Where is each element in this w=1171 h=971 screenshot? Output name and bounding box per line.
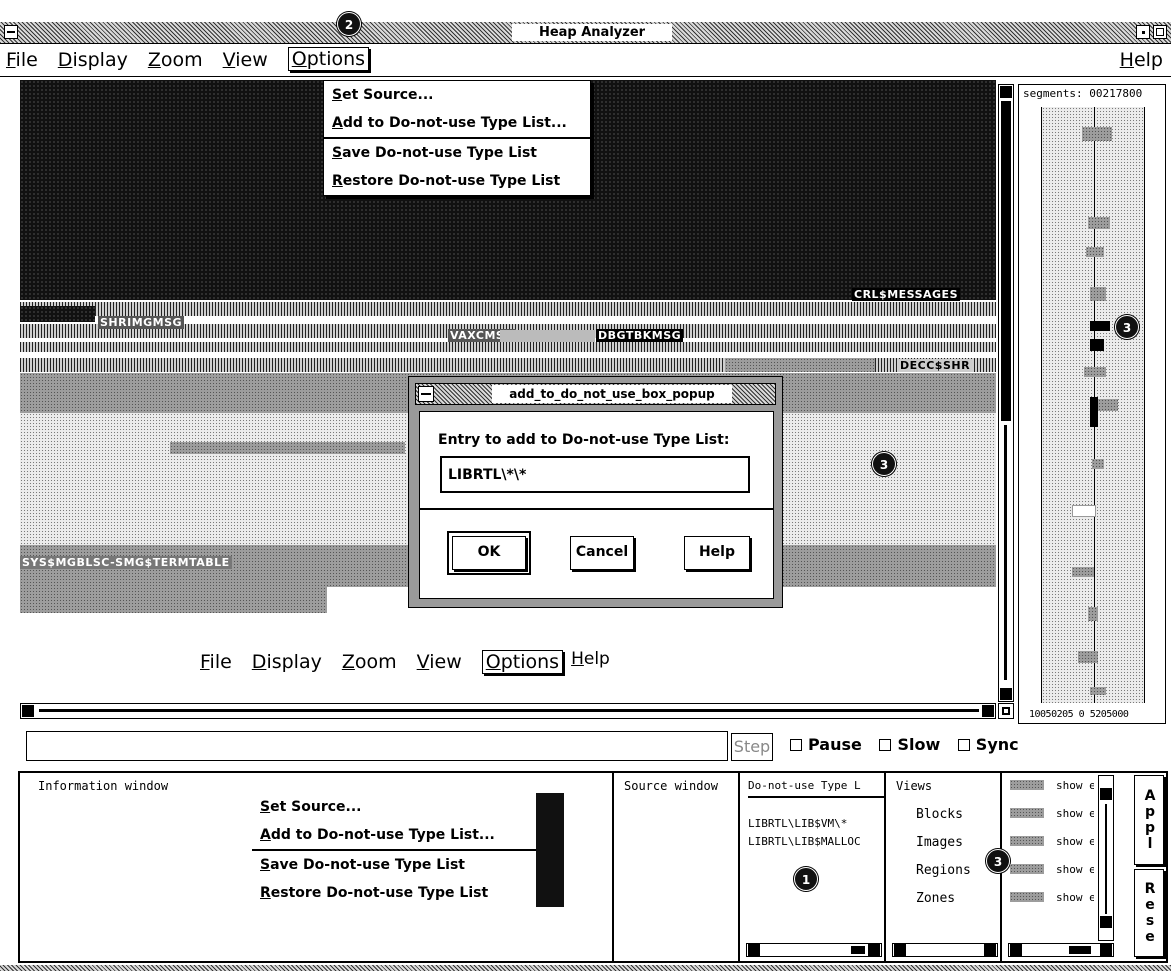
label-decc-shr: DECC$SHR [898, 359, 973, 372]
corner-button[interactable] [998, 703, 1014, 719]
views-title: Views [896, 779, 933, 793]
show-item[interactable]: show ex [1056, 891, 1094, 904]
command-input[interactable] [26, 731, 728, 761]
information-window-title: Information window [38, 779, 169, 793]
label-sys-termtable: SYS$MGBLSC-SMG$TERMTABLE [20, 556, 232, 569]
menu-view[interactable]: View [223, 49, 268, 71]
slow-checkbox[interactable] [879, 739, 892, 751]
menu-set-source[interactable]: Set Source... [324, 81, 590, 109]
views-hscrollbar[interactable] [892, 943, 998, 957]
options-dropdown: Set Source... Add to Do-not-use Type Lis… [323, 80, 591, 196]
info-menu-add-dnu[interactable]: Add to Do-not-use Type List... [252, 821, 536, 849]
source-window[interactable]: Source window [618, 773, 740, 961]
map-vscroll-thumb[interactable] [1001, 101, 1011, 421]
source-window-title: Source window [624, 779, 718, 793]
dialog-title-bar: add_to_do_not_use_box_popup [415, 383, 776, 405]
map-vscrollbar[interactable] [998, 84, 1014, 702]
run-options: Pause Slow Sync [778, 735, 1019, 754]
dialog-prompt: Entry to add to Do-not-use Type List: [438, 432, 730, 448]
callout-menu-file: File [200, 651, 232, 673]
menu-help[interactable]: Help [1120, 49, 1163, 71]
dialog-ok-button[interactable]: OK [447, 531, 531, 575]
window-title: Heap Analyzer [512, 24, 672, 41]
callout-menu-help: Help [571, 649, 610, 669]
segments-graph[interactable] [1041, 107, 1145, 703]
sync-label: Sync [975, 735, 1019, 754]
segments-panel: segments: 00217800 3 10050205 0 5205000 [1018, 84, 1166, 724]
dialog-input[interactable]: LIBRTL\*\* [440, 456, 750, 493]
menu-save-dnu[interactable]: Save Do-not-use Type List [324, 139, 590, 167]
add-dnu-dialog: add_to_do_not_use_box_popup Entry to add… [408, 376, 783, 608]
reset-button[interactable]: Rese [1134, 869, 1164, 957]
dnu-hscrollbar[interactable] [746, 943, 882, 957]
menu-restore-dnu[interactable]: Restore Do-not-use Type List [324, 167, 590, 195]
menu-zoom[interactable]: Zoom [148, 49, 203, 71]
dialog-help-button[interactable]: Help [684, 536, 750, 570]
callout-3-segments-badge: 3 [1115, 315, 1139, 339]
show-pane: show ex show ex show ex show ex show ex [1006, 773, 1120, 961]
label-crl-messages: CRL$MESSAGES [852, 288, 960, 301]
info-menu-set-source[interactable]: Set Source... [252, 793, 536, 821]
map-hscrollbar[interactable] [20, 703, 996, 719]
dialog-cancel-button[interactable]: Cancel [570, 536, 634, 570]
segments-header: segments: 00217800 [1023, 87, 1143, 100]
dnu-list-title: Do-not-use Type L [748, 779, 884, 798]
view-blocks[interactable]: Blocks [916, 807, 963, 822]
map-band-3 [20, 342, 996, 352]
callout-menu-display: Display [251, 651, 322, 673]
step-button[interactable]: Step [731, 733, 773, 761]
dialog-title: add_to_do_not_use_box_popup [492, 385, 732, 403]
show-item[interactable]: show ex [1056, 835, 1094, 848]
segments-scale: 10050205 0 5205000 [1029, 709, 1129, 720]
menu-bar: File Display Zoom View Options Help [0, 45, 1171, 77]
menu-options[interactable]: Options [287, 47, 370, 71]
sync-checkbox[interactable] [957, 739, 970, 751]
window-menu-button[interactable] [4, 25, 18, 39]
views-pane: Views Blocks Images Regions Zones [890, 773, 1002, 961]
menu-display[interactable]: Display [58, 49, 128, 71]
dialog-menu-button[interactable] [418, 386, 434, 402]
info-options-menu: Set Source... Add to Do-not-use Type Lis… [252, 793, 564, 907]
pause-label: Pause [808, 735, 862, 754]
show-item[interactable]: show ex [1056, 779, 1094, 792]
callout-1-badge: 1 [794, 867, 818, 891]
show-hscrollbar[interactable] [1008, 943, 1114, 957]
menu-file[interactable]: File [6, 49, 38, 71]
dialog-body: Entry to add to Do-not-use Type List: LI… [419, 411, 774, 599]
dnu-list-item[interactable]: LIBRTL\LIB$VM\* [748, 817, 847, 830]
apply-button[interactable]: Appl [1134, 775, 1164, 865]
callout-menu-options: Options [481, 650, 564, 674]
dnu-list-item[interactable]: LIBRTL\LIB$MALLOC [748, 835, 861, 848]
window-bottom-border [0, 965, 1171, 971]
callout-menu-zoom: Zoom [341, 651, 397, 673]
show-item[interactable]: show ex [1056, 807, 1094, 820]
menu-add-dnu[interactable]: Add to Do-not-use Type List... [324, 109, 590, 137]
callout-2-badge: 2 [337, 12, 361, 36]
callout-3-map-badge: 3 [872, 452, 896, 476]
view-zones[interactable]: Zones [916, 891, 955, 906]
label-dbgtbkmsg: DBGTBKMSG [596, 329, 684, 342]
info-menu-restore-dnu[interactable]: Restore Do-not-use Type List [252, 879, 536, 907]
maximize-button[interactable] [1153, 25, 1167, 39]
label-shrimgmsg: SHRIMGMSG [98, 316, 185, 329]
minimize-button[interactable] [1136, 25, 1150, 39]
show-item[interactable]: show ex [1056, 863, 1094, 876]
callout-menubar: File Display Zoom View Options Help [200, 649, 630, 674]
info-menu-save-dnu[interactable]: Save Do-not-use Type List [252, 851, 536, 879]
bottom-panes: Information window Set Source... Add to … [18, 771, 1168, 963]
slow-label: Slow [897, 735, 941, 754]
callout-menu-view: View [416, 651, 462, 673]
show-vscrollbar[interactable] [1098, 775, 1114, 941]
view-images[interactable]: Images [916, 835, 963, 850]
pause-checkbox[interactable] [790, 739, 802, 751]
view-regions[interactable]: Regions [916, 863, 971, 878]
map-band-1 [20, 302, 996, 316]
dnu-list-pane: Do-not-use Type L LIBRTL\LIB$VM\* LIBRTL… [744, 773, 886, 961]
title-bar: Heap Analyzer [0, 22, 1171, 44]
